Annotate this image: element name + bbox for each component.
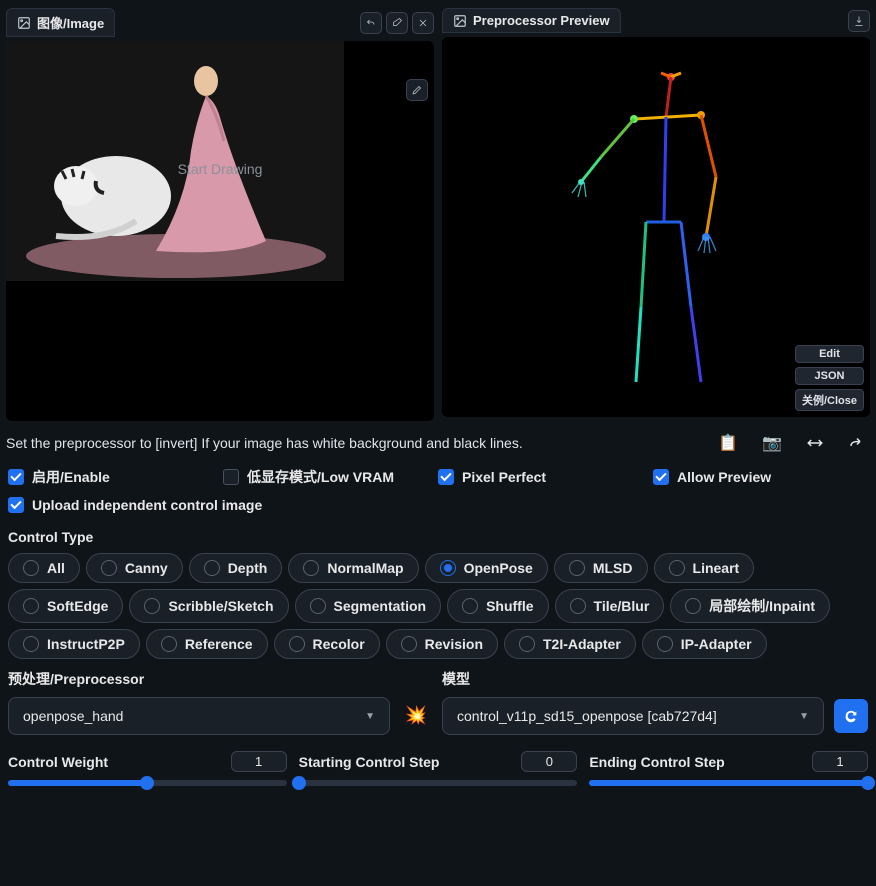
- json-button[interactable]: JSON: [795, 367, 864, 385]
- model-label: 模型: [442, 669, 824, 689]
- chevron-down-icon: ▼: [799, 711, 809, 722]
- chevron-down-icon: ▼: [365, 711, 375, 722]
- control-type-shuffle[interactable]: Shuffle: [447, 589, 548, 623]
- camera-icon[interactable]: 📷: [762, 433, 782, 453]
- control-type-tile-blur[interactable]: Tile/Blur: [555, 589, 665, 623]
- preview-tab[interactable]: Preprocessor Preview: [442, 8, 621, 33]
- control-type-reference[interactable]: Reference: [146, 629, 268, 659]
- start-step-label: Starting Control Step: [299, 754, 440, 770]
- end-step-slider[interactable]: [589, 780, 868, 786]
- download-button[interactable]: [848, 10, 870, 32]
- preview-tab-label: Preprocessor Preview: [473, 13, 610, 28]
- control-type-depth[interactable]: Depth: [189, 553, 283, 583]
- edit-button[interactable]: Edit: [795, 345, 864, 363]
- control-type-canny[interactable]: Canny: [86, 553, 183, 583]
- pixelperfect-checkbox[interactable]: Pixel Perfect: [438, 467, 653, 487]
- image-tab-label: 图像/Image: [37, 13, 104, 32]
- end-step-label: Ending Control Step: [589, 754, 724, 770]
- control-type-t2i-adapter[interactable]: T2I-Adapter: [504, 629, 636, 659]
- refresh-button[interactable]: [834, 699, 868, 733]
- hint-text: Set the preprocessor to [invert] If your…: [6, 435, 523, 451]
- start-step-slider[interactable]: [299, 780, 578, 786]
- source-image: [6, 41, 344, 281]
- upload-independent-checkbox[interactable]: Upload independent control image: [8, 497, 262, 513]
- lowvram-checkbox[interactable]: 低显存模式/Low VRAM: [223, 467, 438, 487]
- control-type-revision[interactable]: Revision: [386, 629, 498, 659]
- control-weight-label: Control Weight: [8, 754, 108, 770]
- end-step-value[interactable]: 1: [812, 751, 868, 772]
- control-weight-value[interactable]: 1: [231, 751, 287, 772]
- control-type-scribble-sketch[interactable]: Scribble/Sketch: [129, 589, 288, 623]
- preprocessor-label: 预处理/Preprocessor: [8, 669, 390, 689]
- pin-icon[interactable]: 📋: [718, 433, 738, 453]
- control-type--inpaint[interactable]: 局部绘制/Inpaint: [670, 589, 830, 623]
- control-type-label: Control Type: [0, 523, 876, 549]
- control-type-all[interactable]: All: [8, 553, 80, 583]
- preview-image-area: Edit JSON 关例/Close: [442, 37, 870, 417]
- pencil-button[interactable]: [406, 79, 428, 101]
- control-type-mlsd[interactable]: MLSD: [554, 553, 648, 583]
- control-type-group: AllCannyDepthNormalMapOpenPoseMLSDLinear…: [0, 549, 876, 663]
- close-panel-button[interactable]: 关例/Close: [795, 389, 864, 411]
- swap-icon[interactable]: [806, 434, 824, 452]
- draw-hint: Start Drawing: [178, 161, 263, 177]
- start-step-value[interactable]: 0: [521, 751, 577, 772]
- control-type-normalmap[interactable]: NormalMap: [288, 553, 418, 583]
- bomb-button[interactable]: 💥: [400, 695, 432, 735]
- erase-button[interactable]: [386, 12, 408, 34]
- close-button[interactable]: [412, 12, 434, 34]
- enable-checkbox[interactable]: 启用/Enable: [8, 467, 223, 487]
- source-image-area[interactable]: Start Drawing: [6, 41, 434, 421]
- preprocessor-dropdown[interactable]: openpose_hand ▼: [8, 697, 390, 735]
- control-type-instructp2p[interactable]: InstructP2P: [8, 629, 140, 659]
- image-tab[interactable]: 图像/Image: [6, 8, 115, 37]
- control-type-lineart[interactable]: Lineart: [654, 553, 755, 583]
- pose-skeleton: [506, 47, 806, 407]
- send-icon[interactable]: [848, 434, 866, 452]
- control-type-openpose[interactable]: OpenPose: [425, 553, 548, 583]
- undo-button[interactable]: [360, 12, 382, 34]
- control-type-recolor[interactable]: Recolor: [274, 629, 380, 659]
- allowpreview-checkbox[interactable]: Allow Preview: [653, 467, 868, 487]
- control-weight-slider[interactable]: [8, 780, 287, 786]
- model-dropdown[interactable]: control_v11p_sd15_openpose [cab727d4] ▼: [442, 697, 824, 735]
- control-type-softedge[interactable]: SoftEdge: [8, 589, 123, 623]
- control-type-ip-adapter[interactable]: IP-Adapter: [642, 629, 767, 659]
- control-type-segmentation[interactable]: Segmentation: [295, 589, 442, 623]
